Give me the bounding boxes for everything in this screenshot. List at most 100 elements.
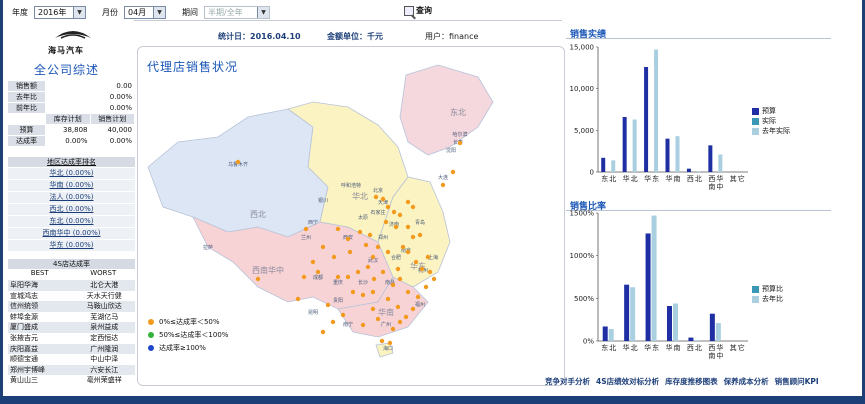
dealer-dot <box>320 329 326 335</box>
worst-header: WORST <box>90 269 117 277</box>
period-select[interactable]: 半期/全年 ▼ <box>204 5 270 19</box>
kpi-header-row: 库存计划 销售计划 <box>7 113 135 125</box>
month-select[interactable]: 04月 ▼ <box>124 5 166 19</box>
bar <box>718 154 723 172</box>
legend-swatch-icon <box>752 117 759 125</box>
category-label: 华 <box>666 174 673 183</box>
link-competitor-analysis[interactable]: 竞争对手分析 <box>545 376 590 387</box>
category-label: 西 <box>687 175 694 183</box>
region-ranking-link[interactable]: 西南华中 (0.00%) <box>8 228 135 239</box>
category-label: 北 <box>631 175 638 183</box>
dealer-dot <box>415 294 421 300</box>
dealer-dot <box>347 249 353 255</box>
kpi-value: 0.00% <box>45 135 91 147</box>
dealer-dot <box>355 269 361 275</box>
legend-label: 去年比 <box>762 295 783 303</box>
year-select[interactable]: 2016年 ▼ <box>34 5 86 19</box>
y-tick-label: 1000% <box>570 252 595 260</box>
bar <box>688 337 694 341</box>
region-ranking-link[interactable]: 法人 (0.00%) <box>8 192 135 203</box>
category-label: 其 <box>730 344 737 352</box>
best-store: 郑州宇博峰 <box>10 365 45 374</box>
best-store: 张掖吉元 <box>10 333 38 342</box>
dealer-dot <box>410 306 416 312</box>
month-label: 月份 <box>102 7 118 17</box>
bar <box>715 323 721 341</box>
bar <box>630 287 636 341</box>
legend-item: 实际 <box>752 116 790 126</box>
map-legend: 0%≤达成率＜50% 50%≤达成率＜100% 达成率≥100% <box>148 315 228 354</box>
bar <box>624 284 630 341</box>
dealer-dot <box>335 274 341 280</box>
store-ranking-rows: 阜阳华海 北仑大港 宣城鸿志 天水天行健 信州统领 马鞍山欣达 蚌埠金源 芜湖亿马 厦门盛成 泉州… <box>8 280 135 386</box>
dealer-dot <box>385 296 391 302</box>
current-user: 用户：finance <box>425 32 479 41</box>
link-inventory-trend[interactable]: 库存度推移图表 <box>665 376 718 387</box>
search-document-icon <box>404 5 414 16</box>
dealer-dot <box>335 226 341 232</box>
category-label: 华 <box>666 343 673 352</box>
dealer-dot <box>235 159 241 165</box>
bar <box>644 67 649 172</box>
kpi-label: 销售额 <box>7 80 46 92</box>
map-city-label: 大连 <box>438 174 448 181</box>
legend-item: 去年比 <box>752 294 783 304</box>
y-tick-label: 1500% <box>570 210 595 218</box>
category-label: 华 <box>716 174 723 183</box>
dealer-dot <box>345 236 351 242</box>
chevron-down-icon[interactable]: ▼ <box>73 6 85 18</box>
filter-bar: 年度 2016年 ▼ 月份 04月 ▼ 期间 半期/全年 ▼ <box>12 4 270 20</box>
map-city-label: 哈尔滨 <box>452 131 467 138</box>
map-legend-label: 50%≤达成率＜100% <box>159 330 229 339</box>
dealer-map-panel: 代理店销售状况 西北东北华北西南华中华东华南乌鲁木齐哈尔滨长春沈阳大连呼和浩特北… <box>137 46 565 386</box>
dealer-dot <box>295 296 301 302</box>
region-ranking-link[interactable]: 华南 (0.00%) <box>8 180 135 191</box>
worst-store: 定西恒达 <box>90 333 119 342</box>
link-4s-benchmark[interactable]: 4S店绩效对标分析 <box>596 376 659 387</box>
dealer-dot <box>315 269 321 275</box>
dealer-dot <box>457 140 463 146</box>
region-ranking-link[interactable]: 东北 (0.00%) <box>8 216 135 227</box>
dealer-dot <box>427 269 433 275</box>
kpi-table: 销售额 0.00 去年比 0.00% 前年比 0.00% 库存计划 销售计划 预… <box>7 80 135 147</box>
dealer-dot <box>397 276 403 282</box>
best-store: 庆阳嘉益 <box>10 344 38 353</box>
chevron-down-icon[interactable]: ▼ <box>257 6 269 18</box>
link-sales-advisor-kpi[interactable]: 销售顾问KPI <box>775 376 819 387</box>
map-city-label: 成都 <box>313 274 323 281</box>
bar <box>622 117 627 172</box>
region-ranking-link[interactable]: 华北 (0.00%) <box>8 168 135 179</box>
map-region-label: 西南华中 <box>252 265 284 275</box>
store-ranking-row: 宣城鸿志 天水天行健 <box>8 291 135 302</box>
dealer-dot <box>360 322 366 328</box>
store-ranking-row: 庆阳嘉益 广州隆润 <box>8 343 135 355</box>
region-ranking-link[interactable]: 华东 (0.00%) <box>8 240 135 251</box>
dealer-dot <box>367 232 373 238</box>
map-city-label: 贵阳 <box>333 297 343 304</box>
category-label: 北 <box>609 175 616 183</box>
map-city-label: 北京 <box>373 187 383 194</box>
category-label: 中 <box>716 182 723 191</box>
bar <box>667 306 672 341</box>
category-label: 东 <box>652 174 659 183</box>
legend-swatch-icon <box>752 295 759 303</box>
window-frame-left <box>0 0 3 404</box>
green-dot-icon <box>148 331 154 338</box>
kpi-value: 0.00% <box>45 102 135 114</box>
category-label: 西 <box>708 175 715 183</box>
map-city-label: 呼和浩特 <box>341 182 361 189</box>
best-store: 蚌埠金源 <box>10 312 38 321</box>
window-frame-bottom <box>0 396 865 404</box>
dealer-dot <box>370 306 376 312</box>
worst-store: 芜湖亿马 <box>90 312 119 321</box>
region-ranking-link[interactable]: 西北 (0.00%) <box>8 204 135 215</box>
year-select-value: 2016年 <box>38 7 67 17</box>
dealer-dot <box>365 264 371 270</box>
query-button[interactable]: 查询 <box>404 5 432 16</box>
bar <box>608 329 614 341</box>
link-maintenance-cost[interactable]: 保养成本分析 <box>724 376 769 387</box>
dealer-dot <box>390 326 396 332</box>
bar <box>654 49 659 172</box>
dealer-dot <box>385 249 391 255</box>
chevron-down-icon[interactable]: ▼ <box>153 6 165 18</box>
